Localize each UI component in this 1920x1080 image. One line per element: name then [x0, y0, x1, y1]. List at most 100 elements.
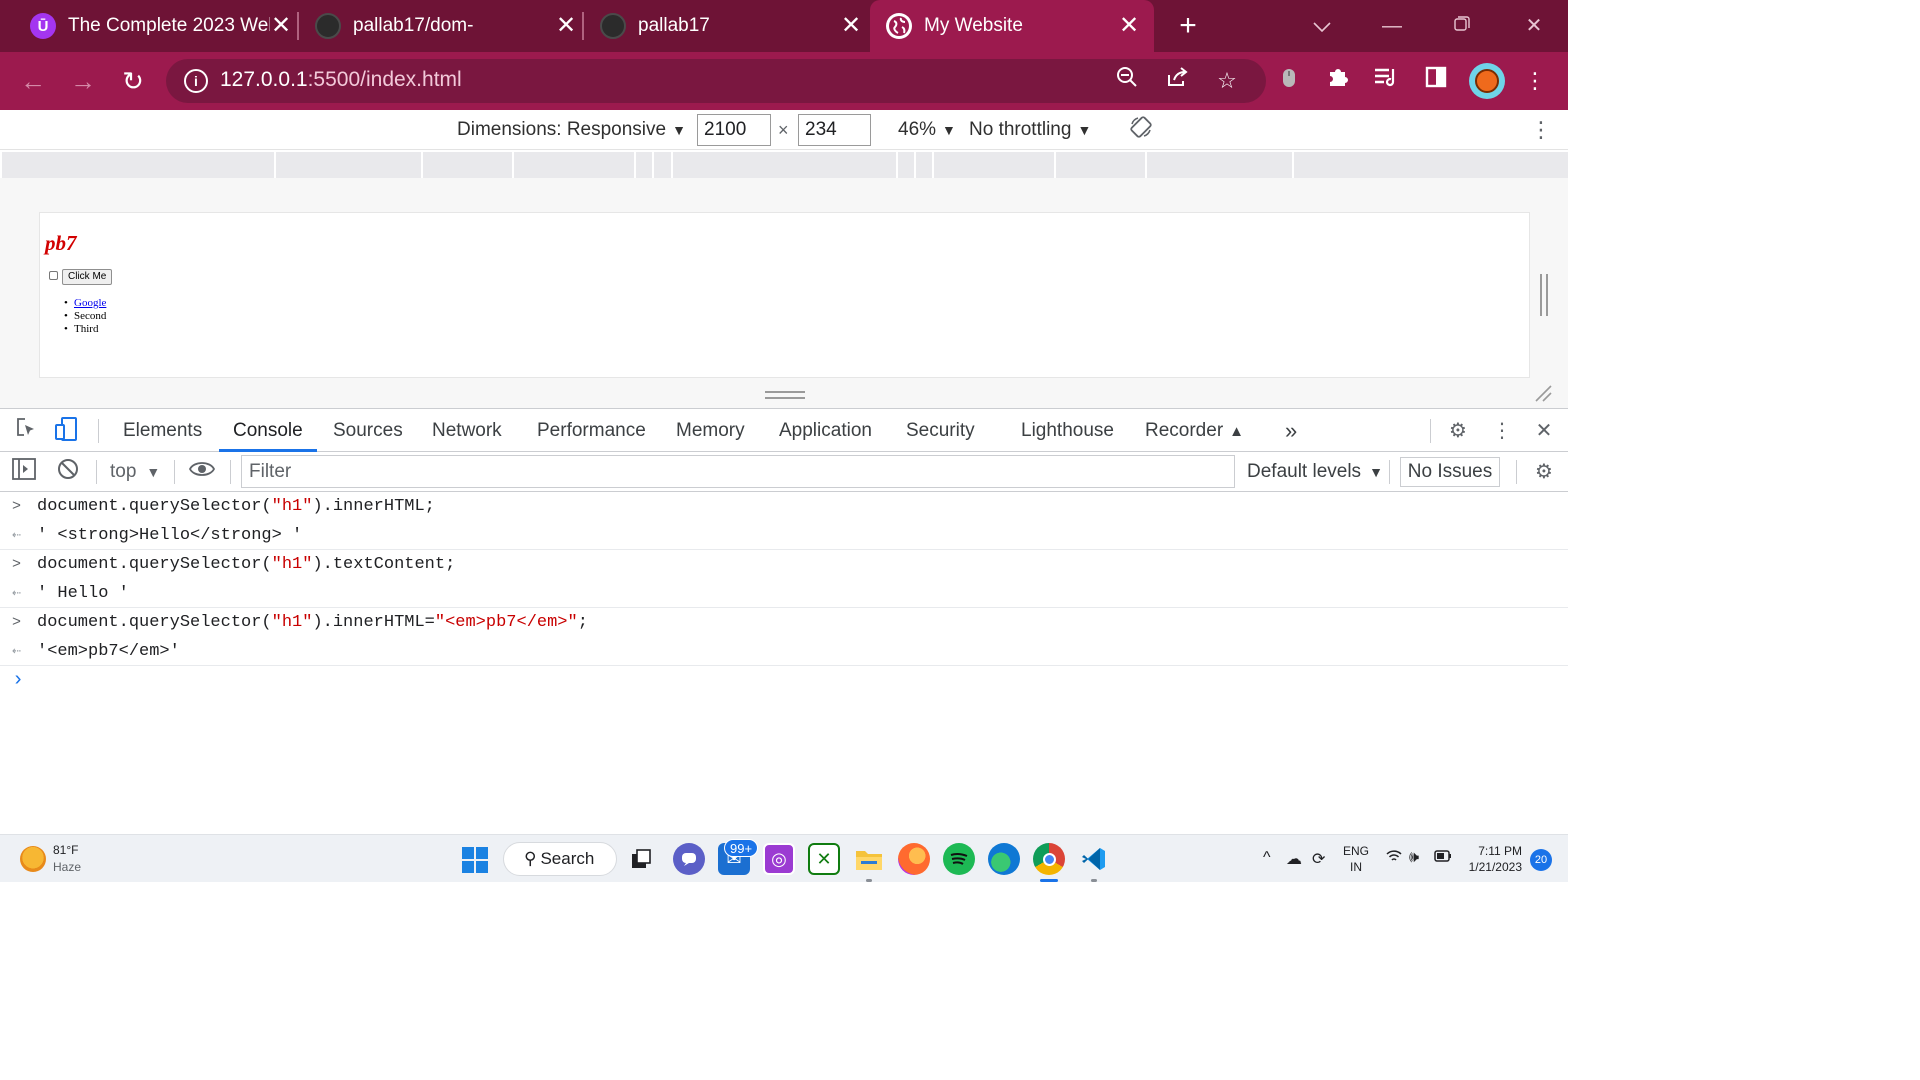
close-icon[interactable]: ✕	[270, 14, 292, 38]
dimensions-select[interactable]: Dimensions: Responsive ▼	[457, 119, 686, 141]
new-tab-button[interactable]: +	[1170, 8, 1206, 44]
window-close-icon[interactable]: ✕	[1514, 6, 1554, 46]
console-result-row[interactable]: ⇠ '<em>pb7</em>'	[0, 637, 1568, 666]
tab-application[interactable]: Application	[779, 409, 872, 452]
profile-avatar[interactable]	[1469, 63, 1505, 99]
reload-icon[interactable]: ↻	[114, 62, 152, 100]
console-settings-gear-icon[interactable]: ⚙	[1530, 458, 1558, 486]
page-checkbox[interactable]	[49, 271, 58, 280]
xbox-icon[interactable]: ✕	[808, 843, 840, 875]
windows-start-icon[interactable]	[462, 847, 488, 873]
address-url[interactable]: 127.0.0.1:5500/index.html	[220, 68, 462, 92]
width-resize-handle[interactable]	[1540, 274, 1548, 316]
sidebar-toggle-icon[interactable]	[10, 458, 38, 486]
height-input[interactable]: 234	[798, 114, 871, 146]
tab-security[interactable]: Security	[906, 409, 975, 452]
console-result[interactable]: ' <strong>Hello</strong> '	[37, 521, 302, 550]
back-icon[interactable]: ←	[14, 62, 52, 100]
console-input-row[interactable]: > document.querySelector("h1").innerHTML…	[0, 492, 1568, 521]
console-input-row[interactable]: > document.querySelector("h1").textConte…	[0, 550, 1568, 579]
settings-gear-icon[interactable]: ⚙	[1444, 417, 1472, 445]
battery-icon[interactable]	[1434, 849, 1452, 867]
inspect-element-icon[interactable]	[12, 417, 40, 445]
zoom-select[interactable]: 46% ▼	[898, 119, 956, 141]
rotate-icon[interactable]	[1128, 116, 1154, 142]
tab-performance[interactable]: Performance	[537, 409, 646, 452]
onedrive-status-icon[interactable]: ☁	[1286, 849, 1302, 869]
click-me-button[interactable]: Click Me	[62, 269, 113, 285]
console-command[interactable]: document.querySelector("h1").textContent…	[37, 550, 455, 579]
tab-search-icon[interactable]	[1302, 6, 1342, 46]
show-hidden-icons[interactable]: ^	[1263, 849, 1271, 867]
task-view-icon[interactable]	[625, 843, 657, 875]
share-icon[interactable]	[1162, 66, 1192, 96]
reading-list-icon[interactable]	[1370, 65, 1402, 97]
console-command[interactable]: document.querySelector("h1").innerHTML;	[37, 492, 435, 521]
instagram-icon[interactable]: ◎	[763, 843, 795, 875]
console-input-row[interactable]: > document.querySelector("h1").innerHTML…	[0, 608, 1568, 637]
notification-badge[interactable]: 20	[1530, 849, 1552, 871]
console-result[interactable]: '<em>pb7</em>'	[37, 637, 180, 666]
google-link[interactable]: Google	[74, 297, 106, 309]
live-expression-eye-icon[interactable]	[188, 458, 216, 486]
bookmark-star-icon[interactable]: ☆	[1212, 66, 1242, 96]
wifi-icon[interactable]	[1386, 849, 1402, 868]
tab-recorder[interactable]: Recorder ▲	[1145, 409, 1244, 452]
tab-github-profile[interactable]: pallab17 ✕	[600, 0, 862, 52]
console-result[interactable]: ' Hello '	[37, 579, 129, 608]
tab-sources[interactable]: Sources	[333, 409, 403, 452]
corner-resize-handle[interactable]	[1534, 384, 1554, 404]
input-language[interactable]: ENG IN	[1343, 843, 1369, 875]
tab-console[interactable]: Console	[219, 409, 317, 452]
throttling-select[interactable]: No throttling ▼	[969, 119, 1091, 141]
sync-status-icon[interactable]: ⟳	[1312, 849, 1325, 869]
system-clock[interactable]: 7:11 PM 1/21/2023	[1466, 843, 1522, 875]
clear-console-icon[interactable]	[54, 458, 82, 486]
tab-memory[interactable]: Memory	[676, 409, 745, 452]
console-command[interactable]: document.querySelector("h1").innerHTML="…	[37, 608, 588, 637]
zoom-icon[interactable]	[1112, 66, 1142, 96]
side-panel-icon[interactable]	[1420, 65, 1452, 97]
close-devtools-icon[interactable]: ✕	[1530, 417, 1558, 445]
tab-github-dom[interactable]: pallab17/dom- ✕	[315, 0, 577, 52]
edge-icon[interactable]	[988, 843, 1020, 875]
devtools-menu-icon[interactable]: ⋮	[1488, 417, 1516, 445]
address-bar[interactable]: i 127.0.0.1:5500/index.html ☆	[166, 59, 1266, 103]
more-tabs-button[interactable]: »	[1285, 409, 1297, 452]
tab-network[interactable]: Network	[432, 409, 502, 452]
close-icon[interactable]: ✕	[840, 14, 862, 38]
chrome-menu-icon[interactable]: ⋮	[1519, 65, 1551, 97]
tab-my-website[interactable]: My Website ✕	[870, 0, 1154, 52]
weather-haze-icon[interactable]	[20, 846, 46, 872]
device-menu-icon[interactable]: ⋮	[1530, 117, 1552, 143]
issues-button[interactable]: No Issues	[1400, 457, 1500, 487]
spotify-icon[interactable]	[943, 843, 975, 875]
width-input[interactable]: 2100	[697, 114, 771, 146]
firefox-icon[interactable]	[898, 843, 930, 875]
weather-temperature[interactable]: 81°F	[53, 843, 78, 857]
console-output[interactable]: > document.querySelector("h1").innerHTML…	[0, 492, 1568, 834]
console-result-row[interactable]: ⇠ ' Hello '	[0, 579, 1568, 608]
weather-description[interactable]: Haze	[53, 860, 81, 874]
forward-icon[interactable]: →	[64, 62, 102, 100]
restore-icon[interactable]	[1442, 6, 1482, 46]
console-prompt-row[interactable]: ›	[0, 666, 1568, 695]
height-resize-handle[interactable]	[765, 391, 805, 399]
console-result-row[interactable]: ⇠ ' <strong>Hello</strong> '	[0, 521, 1568, 550]
extensions-puzzle-icon[interactable]	[1322, 65, 1354, 97]
taskbar-search[interactable]: ⚲ Search	[503, 842, 617, 876]
close-icon[interactable]: ✕	[555, 14, 577, 38]
file-explorer-icon[interactable]	[853, 843, 885, 875]
close-icon[interactable]: ✕	[1118, 14, 1140, 38]
tab-udemy[interactable]: Ū The Complete 2023 Web ✕	[30, 0, 292, 52]
media-query-bar[interactable]	[2, 152, 1568, 178]
minimize-icon[interactable]: —	[1372, 6, 1412, 46]
site-info-icon[interactable]: i	[184, 69, 208, 93]
device-toggle-icon[interactable]	[52, 417, 80, 445]
extension-mouse-icon[interactable]	[1273, 65, 1305, 97]
filter-input[interactable]: Filter	[241, 455, 1235, 488]
tab-elements[interactable]: Elements	[123, 409, 202, 452]
volume-icon[interactable]: 🕪	[1409, 849, 1419, 867]
log-levels-select[interactable]: Default levels ▼	[1247, 461, 1383, 483]
chrome-icon[interactable]	[1033, 843, 1065, 875]
